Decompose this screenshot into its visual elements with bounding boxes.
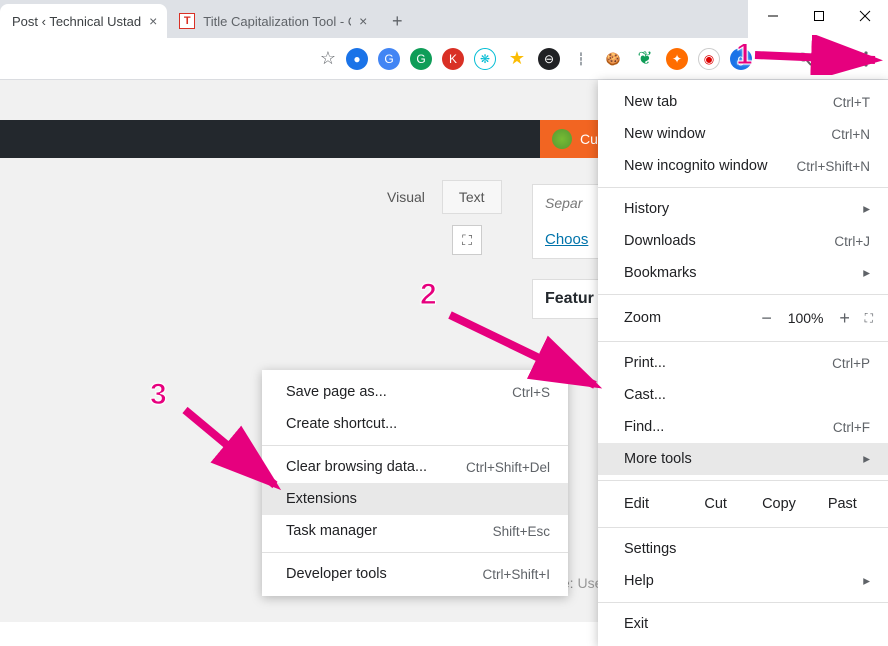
extension-icon[interactable]: ❦	[634, 48, 656, 70]
menu-separator	[598, 527, 888, 528]
extension-icon[interactable]: G	[378, 48, 400, 70]
menu-separator	[598, 602, 888, 603]
menu-cast[interactable]: Cast...	[598, 379, 888, 411]
window-close[interactable]	[842, 0, 888, 32]
close-icon[interactable]: ×	[359, 13, 367, 29]
more-tools-submenu: Save page as...Ctrl+S Create shortcut...…	[262, 370, 568, 596]
annotation-arrow-3	[175, 400, 295, 500]
menu-exit[interactable]: Exit	[598, 608, 888, 640]
favicon-icon: T	[179, 13, 195, 29]
extension-icon[interactable]: ❋	[474, 48, 496, 70]
chevron-right-icon: ▸	[863, 201, 870, 217]
chrome-main-menu: New tabCtrl+T New windowCtrl+N New incog…	[598, 80, 888, 646]
menu-separator	[598, 187, 888, 188]
chevron-right-icon: ▸	[863, 451, 870, 467]
extension-icon[interactable]: K	[442, 48, 464, 70]
extension-icon[interactable]: ┇	[570, 48, 592, 70]
menu-separator	[598, 341, 888, 342]
extension-icon[interactable]: ⊖	[538, 48, 560, 70]
zoom-value: 100%	[781, 310, 831, 326]
window-minimize[interactable]	[750, 0, 796, 32]
bookmark-star-icon[interactable]: ☆	[320, 48, 336, 69]
annotation-badge-3: 3	[150, 378, 167, 412]
annotation-arrow-1	[750, 35, 888, 75]
extension-icon[interactable]: ◉	[698, 48, 720, 70]
fullscreen-icon[interactable]: ⛶	[452, 225, 482, 255]
new-tab-button[interactable]: +	[383, 7, 411, 35]
submenu-create-shortcut[interactable]: Create shortcut...	[262, 408, 568, 440]
menu-separator	[262, 445, 568, 446]
edit-copy[interactable]: Copy	[747, 496, 810, 512]
orange-button-label: Cu	[580, 131, 598, 147]
submenu-clear-data[interactable]: Clear browsing data...Ctrl+Shift+Del	[262, 451, 568, 483]
tab-visual[interactable]: Visual	[370, 180, 442, 214]
tab-text[interactable]: Text	[442, 180, 502, 214]
annotation-badge-2: 2	[420, 278, 437, 312]
menu-new-tab[interactable]: New tabCtrl+T	[598, 86, 888, 118]
edit-paste[interactable]: Past	[811, 496, 874, 512]
menu-new-incognito[interactable]: New incognito windowCtrl+Shift+N	[598, 150, 888, 182]
menu-more-tools[interactable]: More tools▸	[598, 443, 888, 475]
menu-bookmarks[interactable]: Bookmarks▸	[598, 257, 888, 289]
menu-separator	[598, 294, 888, 295]
grape-icon	[552, 129, 572, 149]
extension-icon[interactable]: G	[410, 48, 432, 70]
fullscreen-icon[interactable]: ⛶	[865, 311, 874, 326]
browser-tab[interactable]: Post ‹ Technical Ustad ×	[0, 4, 167, 38]
chevron-right-icon: ▸	[863, 573, 870, 589]
menu-downloads[interactable]: DownloadsCtrl+J	[598, 225, 888, 257]
menu-print[interactable]: Print...Ctrl+P	[598, 347, 888, 379]
chevron-right-icon: ▸	[863, 265, 870, 281]
menu-find[interactable]: Find...Ctrl+F	[598, 411, 888, 443]
tab-title: Title Capitalization Tool - Capitali	[203, 14, 351, 29]
tab-strip: Post ‹ Technical Ustad × T Title Capital…	[0, 0, 748, 38]
window-maximize[interactable]	[796, 0, 842, 32]
submenu-extensions[interactable]: Extensions	[262, 483, 568, 515]
zoom-in-button[interactable]: +	[831, 308, 859, 329]
menu-history[interactable]: History▸	[598, 193, 888, 225]
menu-new-window[interactable]: New windowCtrl+N	[598, 118, 888, 150]
choose-link[interactable]: Choos	[545, 231, 588, 248]
menu-separator	[262, 552, 568, 553]
menu-edit-row: Edit Cut Copy Past	[598, 486, 888, 522]
menu-settings[interactable]: Settings	[598, 533, 888, 565]
submenu-task-manager[interactable]: Task managerShift+Esc	[262, 515, 568, 547]
tab-title: Post ‹ Technical Ustad	[12, 14, 141, 29]
extension-icon[interactable]: ✦	[666, 48, 688, 70]
close-icon[interactable]: ×	[149, 13, 157, 29]
extension-icon[interactable]: ●	[346, 48, 368, 70]
edit-cut[interactable]: Cut	[684, 496, 747, 512]
submenu-dev-tools[interactable]: Developer toolsCtrl+Shift+I	[262, 558, 568, 590]
annotation-badge-1: 1	[736, 38, 753, 72]
menu-zoom: Zoom − 100% + ⛶	[598, 300, 888, 336]
browser-tab[interactable]: T Title Capitalization Tool - Capitali ×	[167, 4, 377, 38]
extension-icon[interactable]: 🍪	[602, 48, 624, 70]
zoom-out-button[interactable]: −	[753, 308, 781, 329]
annotation-arrow-2	[440, 300, 610, 400]
extension-icon[interactable]: ★	[506, 48, 528, 70]
menu-separator	[598, 480, 888, 481]
menu-help[interactable]: Help▸	[598, 565, 888, 597]
